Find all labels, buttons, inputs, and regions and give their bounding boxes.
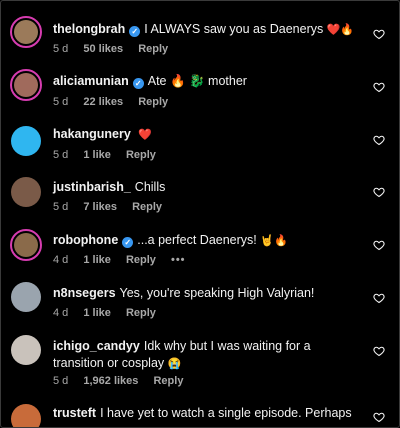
- reply-button[interactable]: Reply: [132, 201, 162, 213]
- avatar[interactable]: [10, 16, 42, 48]
- verified-badge-icon: ✓: [132, 78, 144, 89]
- comment-emoji: ❤️: [138, 129, 152, 141]
- like-heart-icon[interactable]: [373, 411, 385, 423]
- comment-meta: 4 d 1 like Reply: [53, 306, 168, 320]
- verified-badge-icon: ✓: [122, 237, 134, 248]
- like-heart-icon[interactable]: [373, 239, 385, 251]
- comment-text-line: thelongbrah ✓ I ALWAYS saw you as Daenerys…: [53, 21, 355, 39]
- avatar[interactable]: [10, 229, 42, 261]
- reply-button[interactable]: Reply: [126, 254, 156, 266]
- likes-count[interactable]: 1,962 likes: [83, 375, 138, 387]
- comment-text-line: justinbarish_ Chills: [53, 179, 355, 196]
- comment-text: ...a perfect Daenerys!: [137, 233, 257, 247]
- reply-button[interactable]: Reply: [138, 96, 168, 108]
- comment-emoji: ❤️🔥: [326, 24, 355, 36]
- comment-text-line: robophone ✓ ...a perfect Daenerys! 🤘🔥: [53, 232, 355, 250]
- comment-text: I ALWAYS saw you as Daenerys: [144, 22, 324, 36]
- username[interactable]: ichigo_candyy: [53, 339, 140, 353]
- likes-count[interactable]: 50 likes: [83, 43, 123, 55]
- likes-count[interactable]: 1 like: [83, 149, 111, 161]
- reply-button[interactable]: Reply: [138, 43, 168, 55]
- reply-button[interactable]: Reply: [126, 149, 156, 161]
- avatar[interactable]: [11, 335, 41, 365]
- comment-text-line: trusteft I have yet to watch a single epi…: [53, 405, 355, 422]
- comment-time: 4 d: [53, 307, 69, 319]
- like-heart-icon[interactable]: [373, 292, 385, 304]
- username[interactable]: n8nsegers: [53, 286, 116, 300]
- comment-meta: 5 d 7 likes Reply: [53, 200, 174, 214]
- comment-emoji: 🤘🔥: [260, 235, 288, 247]
- comment-time: 4 d: [53, 254, 69, 266]
- comment-time: 5 d: [53, 201, 69, 213]
- like-heart-icon[interactable]: [373, 134, 385, 146]
- comment-meta: 5 d 22 likes Reply: [53, 95, 180, 109]
- likes-count[interactable]: 1 like: [83, 307, 111, 319]
- username[interactable]: hakangunery: [53, 127, 131, 141]
- comment-text: Chills: [134, 180, 166, 194]
- avatar[interactable]: [10, 69, 42, 101]
- likes-count[interactable]: 1 like: [83, 254, 111, 266]
- comment-text-line: hakangunery ❤️: [53, 126, 355, 144]
- username[interactable]: aliciamunian: [53, 74, 129, 88]
- avatar[interactable]: [11, 404, 41, 427]
- reply-button[interactable]: Reply: [153, 375, 183, 387]
- like-heart-icon[interactable]: [373, 345, 385, 357]
- comment-text-line: n8nsegers Yes, you're speaking High Valyr…: [53, 285, 355, 302]
- likes-count[interactable]: 22 likes: [83, 96, 123, 108]
- reply-button[interactable]: Reply: [126, 307, 156, 319]
- comment-time: 5 d: [53, 375, 69, 387]
- like-heart-icon[interactable]: [373, 28, 385, 40]
- like-heart-icon[interactable]: [373, 81, 385, 93]
- comment-meta: 5 d 50 likes Reply: [53, 42, 180, 56]
- comment-text: Ate 🔥 🐉 mother: [147, 74, 247, 88]
- verified-badge-icon: ✓: [129, 26, 141, 37]
- username[interactable]: justinbarish_: [53, 180, 131, 194]
- avatar[interactable]: [11, 126, 41, 156]
- comment-text: Yes, you're speaking High Valyrian!: [119, 286, 315, 300]
- comment-meta: 5 d 1,962 likes Reply: [53, 374, 195, 388]
- comment-time: 5 d: [53, 149, 69, 161]
- comment-meta: 5 d 1 like Reply: [53, 148, 168, 162]
- avatar[interactable]: [11, 282, 41, 312]
- comments-panel: thelongbrah ✓ I ALWAYS saw you as Daenerys…: [0, 0, 400, 428]
- comment-time: 5 d: [53, 96, 69, 108]
- username[interactable]: robophone: [53, 233, 118, 247]
- comment-text-line: aliciamunian ✓ Ate 🔥 🐉 mother: [53, 73, 355, 90]
- comment-emoji: 😭: [167, 358, 182, 370]
- comment-time: 5 d: [53, 43, 69, 55]
- avatar[interactable]: [11, 177, 41, 207]
- likes-count[interactable]: 7 likes: [83, 201, 117, 213]
- more-options-icon[interactable]: •••: [171, 254, 186, 266]
- like-heart-icon[interactable]: [373, 186, 385, 198]
- comment-text-line: ichigo_candyy Idk why but I was waiting f…: [53, 338, 355, 373]
- username[interactable]: trusteft: [53, 406, 96, 420]
- username[interactable]: thelongbrah: [53, 22, 125, 36]
- comment-meta: 4 d 1 like Reply •••: [53, 253, 198, 267]
- comment-text: I have yet to watch a single episode. Pe…: [100, 406, 355, 420]
